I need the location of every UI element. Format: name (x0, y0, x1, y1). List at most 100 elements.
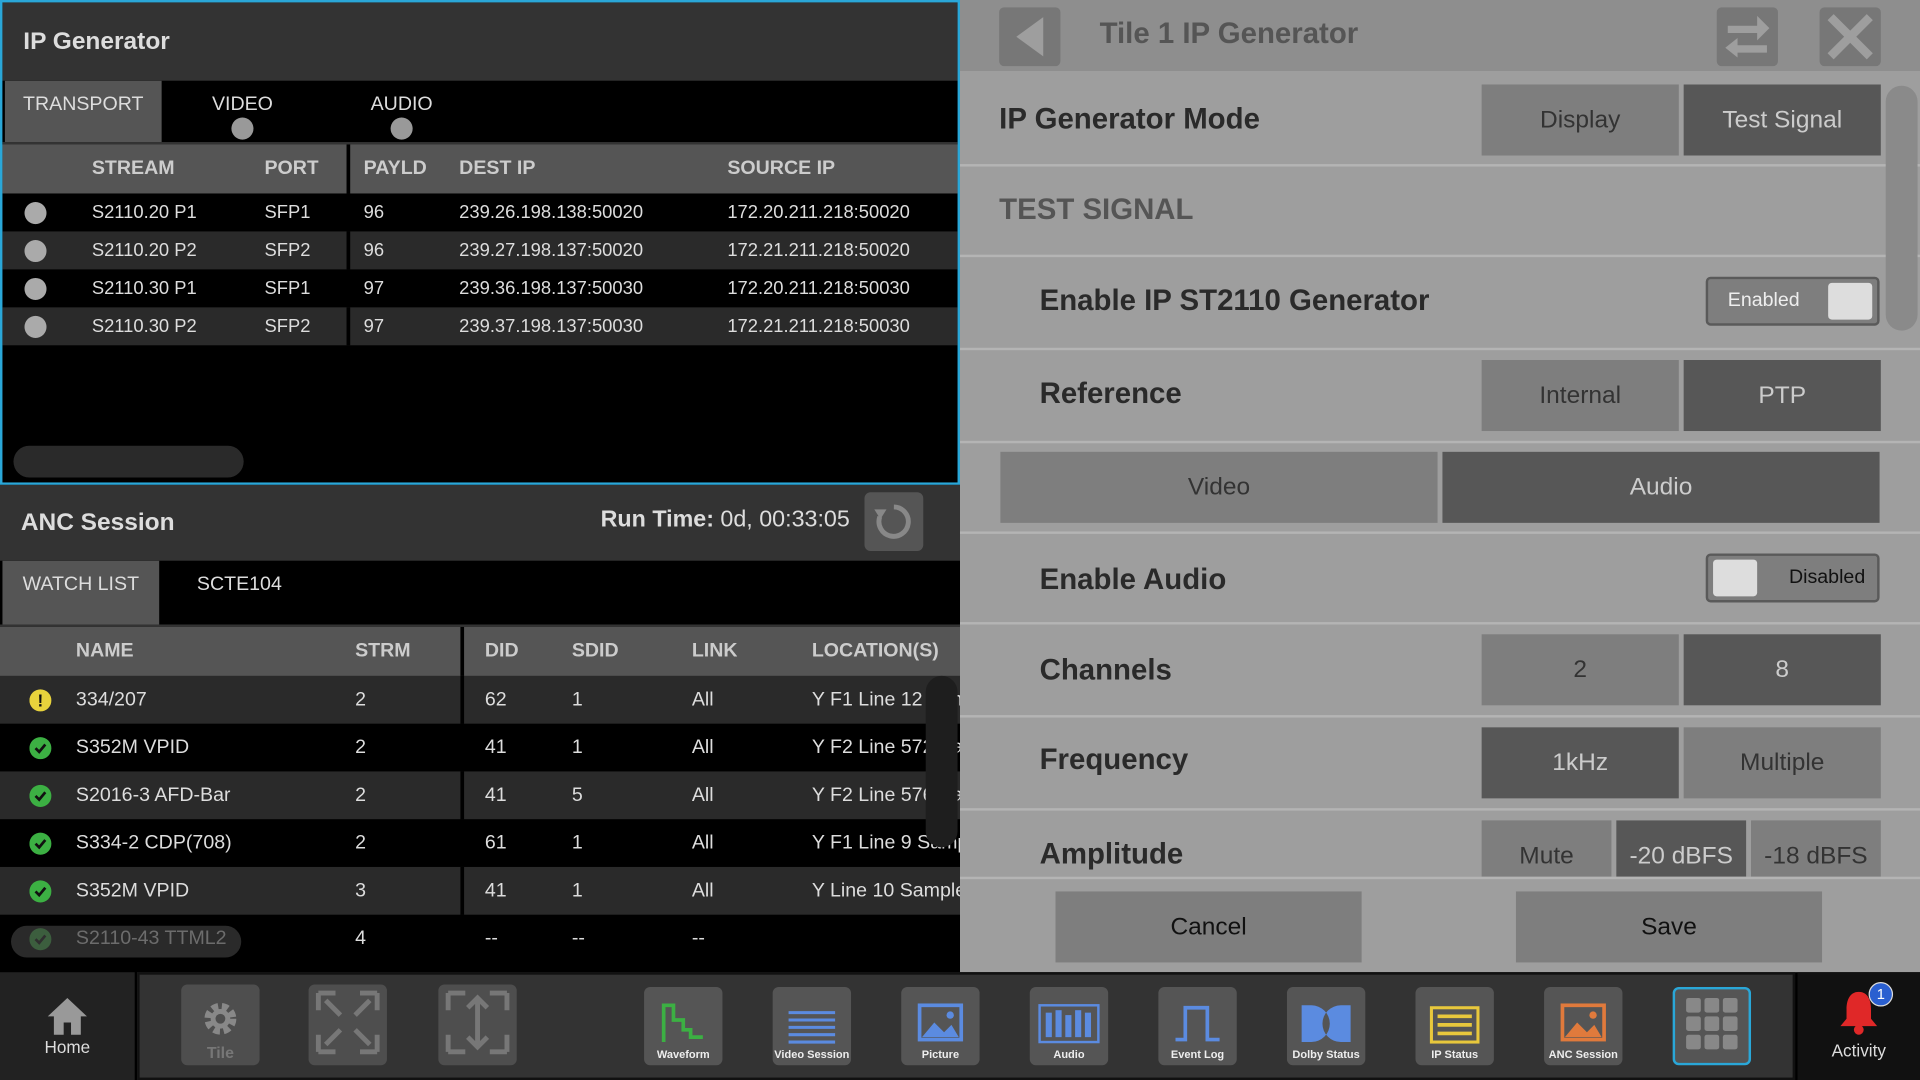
col-dest-ip[interactable]: DEST IP (459, 144, 535, 193)
ip-generator-panel: IP Generator TRANSPORT VIDEO AUDIO STREA… (0, 0, 960, 485)
anc-sdid: 5 (571, 784, 583, 806)
frequency-label: Frequency (1039, 743, 1189, 777)
app-dolby-status[interactable]: Dolby Status (1286, 986, 1366, 1066)
settings-header: Tile 1 IP Generator (960, 0, 1920, 72)
frequency-1khz-button[interactable]: 1kHz (1481, 727, 1679, 799)
col-name[interactable]: NAME (76, 627, 134, 676)
app-anc-session[interactable]: ANC Session (1544, 986, 1623, 1066)
settings-scrollbar[interactable] (1885, 85, 1918, 331)
col-source-ip[interactable]: SOURCE IP (727, 144, 835, 193)
app-picture[interactable]: Picture (901, 986, 980, 1066)
table-row[interactable]: S352M VPID 2 41 1 All Y F2 Line 572 Sa (0, 723, 960, 772)
subtab-video[interactable]: Video (1000, 451, 1438, 523)
enable-generator-toggle[interactable]: Enabled (1705, 276, 1880, 326)
app-label: Waveform (656, 1048, 710, 1061)
app-expand-vertical[interactable] (438, 984, 517, 1066)
col-port[interactable]: PORT (264, 144, 318, 193)
anc-strm: 2 (355, 784, 367, 806)
activity-button[interactable]: 1 Activity (1797, 972, 1920, 1080)
stream-source-ip: 172.20.211.218:50020 (727, 202, 910, 223)
back-button[interactable] (999, 7, 1061, 67)
transport-table-body: S2110.20 P1 SFP1 96 239.26.198.138:50020… (2, 193, 958, 346)
channels-8-button[interactable]: 8 (1683, 634, 1881, 706)
col-locations[interactable]: LOCATION(S) (812, 627, 939, 676)
enable-generator-row: Enable IP ST2110 Generator Enabled (960, 257, 1920, 351)
grid-icon (1686, 997, 1738, 1050)
run-time: Run Time: 0d, 00:33:05 (601, 507, 850, 534)
enable-audio-label: Enable Audio (1039, 563, 1227, 597)
test-signal-section: TEST SIGNAL (960, 167, 1920, 258)
swap-button[interactable] (1716, 7, 1778, 67)
table-row[interactable]: S2110.30 P2 SFP2 97 239.37.198.137:50030… (2, 307, 958, 346)
close-button[interactable] (1819, 7, 1881, 67)
enable-generator-label: Enable IP ST2110 Generator (1039, 284, 1430, 318)
channels-2-button[interactable]: 2 (1481, 634, 1679, 706)
app-label: Picture (921, 1048, 960, 1061)
anc-strm: 3 (355, 879, 367, 901)
table-row[interactable]: S2110.20 P1 SFP1 96 239.26.198.138:50020… (2, 193, 957, 232)
amplitude-row: Amplitude Mute -20 dBFS -18 dBFS (960, 811, 1920, 877)
app-tile[interactable]: Tile (181, 984, 260, 1066)
amplitude-minus20-button[interactable]: -20 dBFS (1616, 820, 1747, 877)
app-waveform[interactable]: Waveform (644, 986, 723, 1066)
anc-location: Y Line 10 Sample (811, 879, 960, 901)
stream-name: S2110.20 P2 (91, 240, 197, 261)
stream-status-dot (24, 315, 47, 338)
watchlist-table-body: ! 334/207 2 62 1 All Y F1 Line 12 Sam S3… (0, 675, 960, 963)
frequency-row: Frequency 1kHz Multiple (960, 718, 1920, 811)
app-audio[interactable]: Audio (1029, 986, 1109, 1066)
mode-row: IP Generator Mode Display Test Signal (960, 73, 1920, 167)
home-button[interactable]: Home (0, 972, 135, 1080)
col-sdid[interactable]: SDID (572, 627, 619, 676)
table-row[interactable]: ! 334/207 2 62 1 All Y F1 Line 12 Sam (0, 675, 960, 724)
tab-video[interactable]: VIDEO (169, 81, 316, 142)
amplitude-minus18-button[interactable]: -18 dBFS (1751, 820, 1881, 877)
pulse-icon (1175, 1005, 1220, 1042)
enable-audio-toggle[interactable]: Disabled (1705, 553, 1880, 603)
table-row[interactable]: S2110.30 P1 SFP1 97 239.36.198.137:50030… (2, 269, 957, 308)
tab-transport[interactable]: TRANSPORT (4, 80, 162, 143)
app-fullscreen[interactable] (308, 984, 387, 1066)
picture-icon (917, 1003, 964, 1042)
ip-generator-title: IP Generator (2, 2, 958, 81)
vertical-scrollbar[interactable] (925, 675, 958, 848)
mode-test-signal-button[interactable]: Test Signal (1683, 84, 1881, 156)
check-icon (29, 784, 52, 807)
reference-ptp-button[interactable]: PTP (1683, 360, 1881, 432)
frequency-multiple-button[interactable]: Multiple (1683, 727, 1881, 799)
anc-did: 41 (484, 784, 507, 806)
app-ip-status[interactable]: IP Status (1415, 986, 1494, 1066)
stream-port: SFP1 (264, 202, 311, 223)
tab-scte104-label: SCTE104 (196, 574, 282, 596)
reset-button[interactable] (864, 492, 924, 552)
amplitude-mute-button[interactable]: Mute (1481, 820, 1612, 877)
reference-internal-button[interactable]: Internal (1481, 360, 1679, 432)
tab-scte104[interactable]: SCTE104 (169, 561, 310, 622)
col-did[interactable]: DID (485, 627, 519, 676)
stream-status-dot (24, 201, 47, 224)
horizontal-scrollbar[interactable] (13, 445, 244, 478)
cancel-button[interactable]: Cancel (1055, 891, 1362, 963)
app-event-log[interactable]: Event Log (1158, 986, 1237, 1066)
subtab-audio[interactable]: Audio (1442, 451, 1880, 523)
app-video-session[interactable]: Video Session (772, 986, 852, 1066)
tab-audio[interactable]: AUDIO (328, 81, 475, 142)
table-row[interactable]: S2110.20 P2 SFP2 96 239.27.198.137:50020… (2, 231, 958, 270)
toggle-state: Enabled (1727, 290, 1800, 312)
col-payld[interactable]: PAYLD (364, 144, 427, 193)
mode-display-button[interactable]: Display (1481, 84, 1679, 156)
table-row[interactable]: S2016-3 AFD-Bar 2 41 5 All Y F2 Line 576… (0, 771, 960, 820)
tab-watch-list[interactable]: WATCH LIST (2, 560, 160, 625)
toggle-state: Disabled (1788, 566, 1866, 588)
channels-row: Channels 2 8 (960, 624, 1920, 718)
app-grid[interactable] (1672, 986, 1752, 1066)
toggle-knob (1713, 559, 1758, 597)
col-strm[interactable]: STRM (355, 627, 411, 676)
amplitude-label: Amplitude (1039, 837, 1184, 871)
col-link[interactable]: LINK (692, 627, 738, 676)
col-stream[interactable]: STREAM (92, 144, 175, 193)
table-row[interactable]: S334-2 CDP(708) 2 61 1 All Y F1 Line 9 S… (0, 819, 960, 867)
horizontal-scrollbar[interactable] (11, 925, 242, 958)
table-row[interactable]: S352M VPID 3 41 1 All Y Line 10 Sample (0, 866, 960, 915)
save-button[interactable]: Save (1515, 891, 1823, 963)
